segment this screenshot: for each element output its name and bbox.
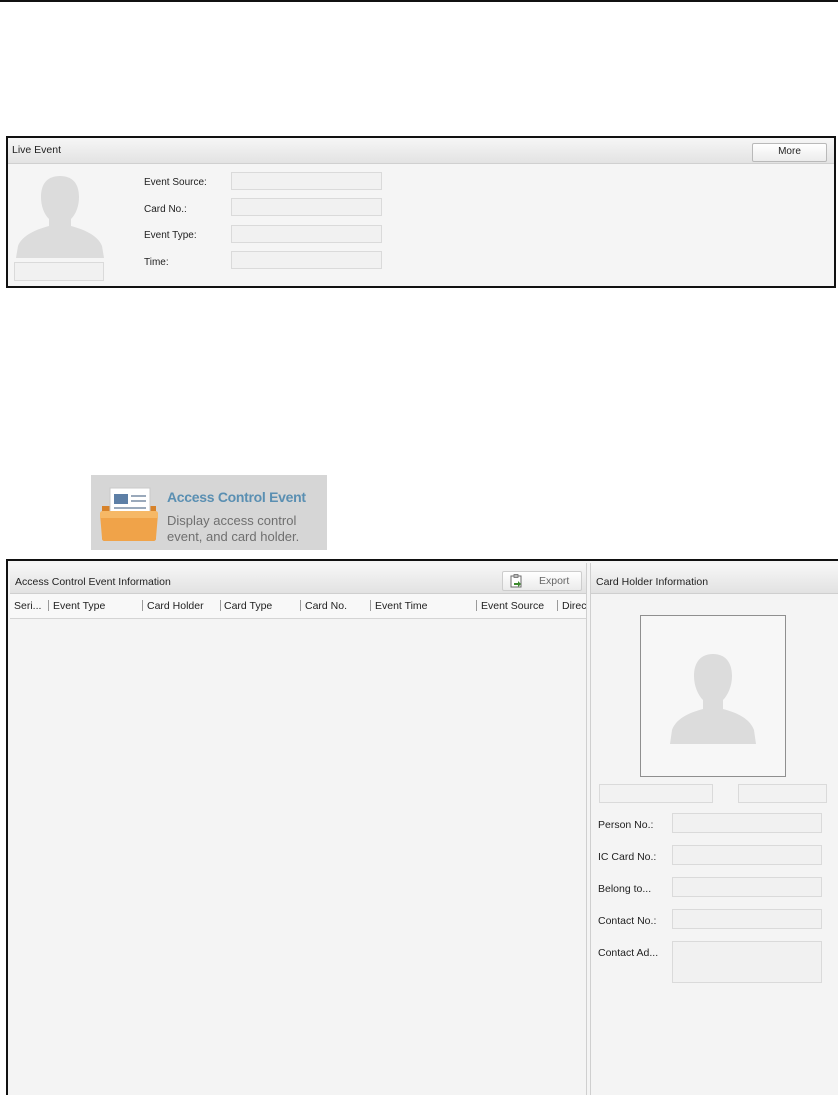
card-holder-photo xyxy=(640,615,786,777)
event-table-body[interactable] xyxy=(10,619,586,1095)
contact-no-field xyxy=(672,909,822,929)
event-information-title: Access Control Event Information xyxy=(15,576,171,588)
event-type-label: Event Type: xyxy=(144,230,197,241)
event-type-field xyxy=(231,225,382,243)
contact-no-label: Contact No.: xyxy=(598,915,657,927)
column-header-card-no[interactable]: Card No. xyxy=(305,600,347,612)
contact-address-field xyxy=(672,941,822,983)
holder-extra-field xyxy=(738,784,827,803)
time-field xyxy=(231,251,382,269)
column-divider[interactable] xyxy=(557,600,558,611)
page-top-rule xyxy=(0,0,838,2)
export-label: Export xyxy=(539,575,570,587)
column-header-event-source[interactable]: Event Source xyxy=(481,600,544,612)
more-button[interactable]: More xyxy=(752,143,827,162)
person-name-field xyxy=(14,262,104,281)
access-control-event-tile[interactable]: Access Control Event Display access cont… xyxy=(91,475,327,550)
holder-name-field xyxy=(599,784,713,803)
time-label: Time: xyxy=(144,257,169,268)
export-clipboard-icon xyxy=(510,574,522,591)
column-divider[interactable] xyxy=(142,600,143,611)
tile-title: Access Control Event xyxy=(167,489,306,505)
column-header-event-type[interactable]: Event Type xyxy=(53,600,105,612)
export-button[interactable]: Export xyxy=(502,571,582,591)
contact-address-label: Contact Ad... xyxy=(598,947,659,959)
belong-to-label: Belong to... xyxy=(598,883,652,895)
event-table-header: Seri... Event Type Card Holder Card Type… xyxy=(10,594,586,619)
card-holder-title: Card Holder Information xyxy=(596,576,709,588)
person-no-field xyxy=(672,813,822,833)
event-information-panel: Access Control Event Information Export … xyxy=(10,563,587,1095)
card-no-field xyxy=(231,198,382,216)
column-divider[interactable] xyxy=(300,600,301,611)
person-no-label: Person No.: xyxy=(598,819,654,831)
live-event-panel: Live Event More Event Source: Card No.: … xyxy=(6,136,836,288)
ic-card-no-label: IC Card No.: xyxy=(598,851,657,863)
ic-card-no-field xyxy=(672,845,822,865)
column-divider[interactable] xyxy=(476,600,477,611)
column-divider[interactable] xyxy=(48,600,49,611)
card-holder-panel: Card Holder Information Person No.: IC C… xyxy=(590,563,838,1095)
folder-documents-icon xyxy=(100,486,158,545)
event-information-header: Access Control Event Information Export xyxy=(10,563,586,594)
card-holder-header: Card Holder Information xyxy=(591,563,838,594)
belong-to-field xyxy=(672,877,822,897)
column-header-card-type[interactable]: Card Type xyxy=(224,600,272,612)
column-header-card-holder[interactable]: Card Holder xyxy=(147,600,204,612)
live-event-header: Live Event More xyxy=(8,138,834,164)
column-header-serial[interactable]: Seri... xyxy=(14,600,41,612)
event-source-label: Event Source: xyxy=(144,177,207,188)
column-divider[interactable] xyxy=(370,600,371,611)
column-divider[interactable] xyxy=(220,600,221,611)
column-header-direction[interactable]: Direc xyxy=(562,600,586,612)
person-silhouette-icon xyxy=(668,648,758,749)
live-event-title: Live Event xyxy=(12,144,62,156)
tile-description: Display access control event, and card h… xyxy=(167,513,300,544)
card-no-label: Card No.: xyxy=(144,204,187,215)
column-header-event-time[interactable]: Event Time xyxy=(375,600,428,612)
person-silhouette-icon xyxy=(14,168,106,260)
event-source-field xyxy=(231,172,382,190)
access-control-window: Access Control Event Information Export … xyxy=(6,559,838,1095)
